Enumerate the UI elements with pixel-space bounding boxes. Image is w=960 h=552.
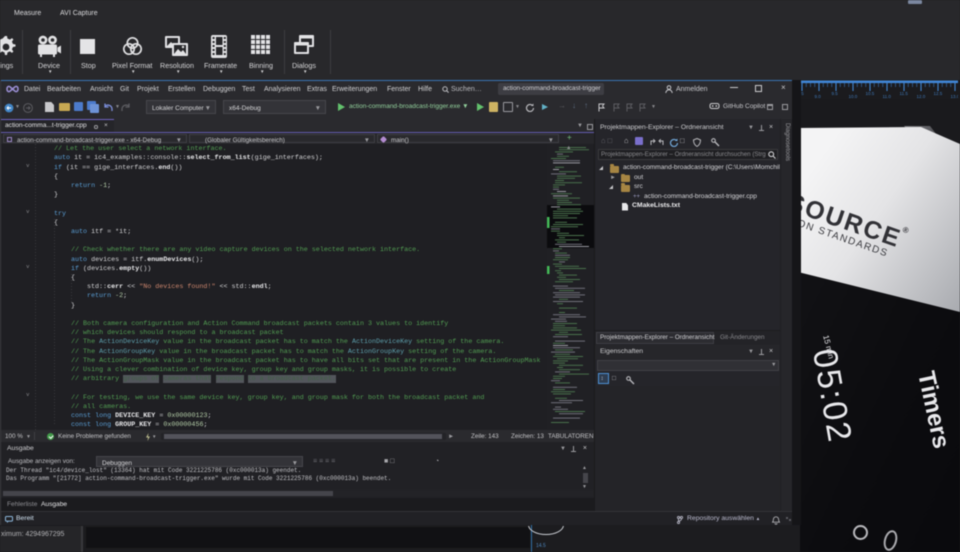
svg-text:11.0: 11.0 xyxy=(883,94,892,99)
svg-text:9.5: 9.5 xyxy=(832,91,839,96)
svg-text:12.0: 12.0 xyxy=(917,94,926,99)
svg-text:12.5: 12.5 xyxy=(934,91,943,96)
svg-text:11.5: 11.5 xyxy=(900,91,909,96)
svg-text:10.0: 10.0 xyxy=(849,94,858,99)
svg-text:10.5: 10.5 xyxy=(866,91,875,96)
svg-text:9.0: 9.0 xyxy=(815,94,822,99)
svg-text:13.0: 13.0 xyxy=(951,94,959,99)
